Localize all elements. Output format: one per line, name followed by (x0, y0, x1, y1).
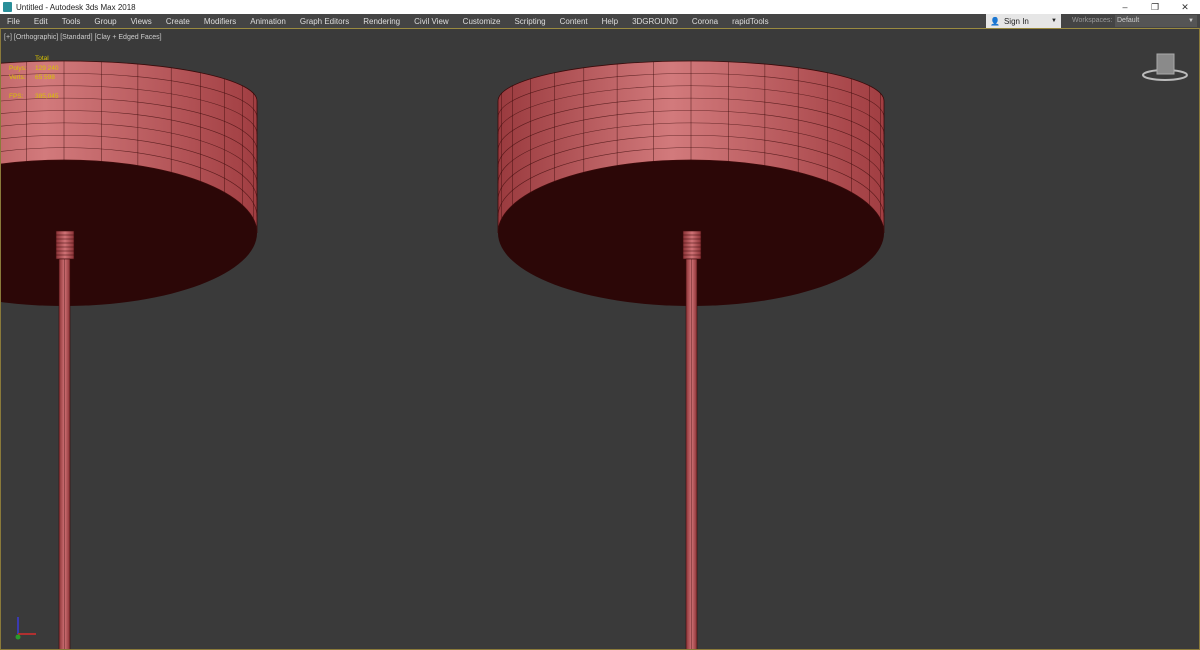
stats-header: Total (35, 55, 49, 62)
stat-polys: Polys: 129 240 (9, 64, 59, 72)
menu-content[interactable]: Content (553, 17, 595, 26)
menu-group[interactable]: Group (87, 17, 123, 26)
chevron-down-icon: ▼ (1188, 18, 1194, 24)
app-icon (3, 2, 12, 12)
menu-rendering[interactable]: Rendering (356, 17, 407, 26)
menu-3dground[interactable]: 3DGROUND (625, 17, 685, 26)
stat-fps: FPS: 385,045 (9, 92, 59, 100)
menu-customize[interactable]: Customize (456, 17, 508, 26)
scene (1, 53, 1188, 650)
sign-in-label: Sign In (1003, 16, 1029, 26)
user-icon: 👤 (990, 16, 1000, 26)
restore-button[interactable]: ❐ (1140, 0, 1170, 14)
viewport-label[interactable]: [+] [Orthographic] [Standard] [Clay + Ed… (4, 34, 162, 41)
menu-animation[interactable]: Animation (243, 17, 293, 26)
workspaces-value: Default (1117, 17, 1140, 24)
menu-scripting[interactable]: Scripting (507, 17, 552, 26)
lamp-mesh-left[interactable] (1, 60, 258, 650)
minimize-button[interactable]: – (1110, 0, 1140, 14)
stat-verts: Verts: 65 598 (9, 74, 55, 81)
menu-bar: File Edit Tools Group Views Create Modif… (0, 14, 1200, 28)
view-cube[interactable] (1142, 53, 1188, 81)
lamp-mesh-right[interactable] (497, 60, 885, 650)
close-button[interactable]: ✕ (1170, 0, 1200, 14)
workspaces-label: Workspaces: (1072, 17, 1113, 24)
menu-edit[interactable]: Edit (27, 17, 55, 26)
menu-corona[interactable]: Corona (685, 17, 725, 26)
menu-tools[interactable]: Tools (55, 17, 88, 26)
title-bar: Untitled - Autodesk 3ds Max 2018 – ❐ ✕ (0, 0, 1200, 14)
menu-help[interactable]: Help (595, 17, 625, 26)
workspaces-dropdown[interactable]: Default ▼ (1115, 15, 1197, 27)
menu-rapidtools[interactable]: rapidTools (725, 17, 775, 26)
menu-graph-editors[interactable]: Graph Editors (293, 17, 356, 26)
window-title: Untitled - Autodesk 3ds Max 2018 (16, 2, 136, 12)
sign-in-button[interactable]: 👤 Sign In ▼ (986, 14, 1061, 28)
chevron-down-icon: ▼ (1051, 18, 1057, 24)
stats-overlay: Total Polys: 129 240 Verts: 65 598 FPS: 385… (9, 54, 59, 101)
menu-modifiers[interactable]: Modifiers (197, 17, 243, 26)
menu-views[interactable]: Views (124, 17, 159, 26)
menu-file[interactable]: File (0, 17, 27, 26)
menu-create[interactable]: Create (159, 17, 197, 26)
viewport[interactable]: [+] [Orthographic] [Standard] [Clay + Ed… (0, 28, 1200, 650)
axis-gizmo (15, 617, 36, 640)
menu-civil-view[interactable]: Civil View (407, 17, 456, 26)
